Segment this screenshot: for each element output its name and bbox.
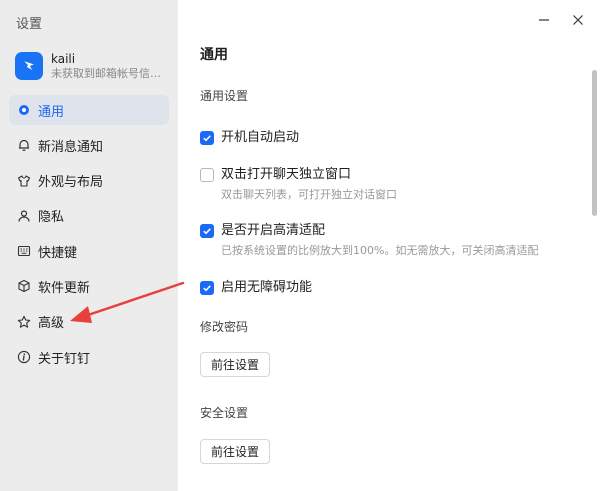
sidebar-item-label: 隐私 — [38, 210, 65, 226]
keyboard-icon — [17, 244, 31, 258]
close-icon — [573, 15, 583, 25]
sidebar-item-label: 外观与布局 — [38, 175, 104, 191]
person-icon — [17, 209, 31, 223]
minimize-icon — [539, 19, 549, 21]
sidebar-item-update[interactable]: 软件更新 — [9, 271, 169, 301]
section-title-security: 安全设置 — [200, 406, 249, 420]
sidebar-item-label: 高级 — [38, 316, 65, 332]
sidebar-item-advanced[interactable]: 高级 — [9, 307, 169, 337]
minimize-button[interactable] — [536, 12, 552, 28]
check-icon — [203, 135, 211, 142]
option-label: 双击打开聊天独立窗口 — [221, 167, 352, 182]
check-icon — [203, 228, 211, 235]
option-description: 双击聊天列表，可打开独立对话窗口 — [221, 188, 397, 201]
sidebar-title: 设置 — [16, 17, 43, 32]
info-icon — [17, 350, 31, 364]
window-controls — [536, 12, 586, 28]
auto-start-checkbox[interactable] — [200, 131, 214, 145]
sidebar-nav: 通用 新消息通知 外观与布局 隐私 快捷键 软件更新 高级 关于钉钉 — [9, 95, 169, 377]
account-card[interactable]: kaili 未获取到邮箱帐号信息... — [15, 50, 173, 82]
check-icon — [203, 285, 211, 292]
cube-icon — [17, 279, 31, 293]
option-auto-start[interactable]: 开机自动启动 — [200, 130, 299, 146]
sidebar: 设置 kaili 未获取到邮箱帐号信息... 通用 新消息通知 外观与布局 隐私… — [0, 0, 178, 491]
account-subtitle: 未获取到邮箱帐号信息... — [51, 66, 171, 80]
double-click-checkbox[interactable] — [200, 168, 214, 182]
sidebar-item-about[interactable]: 关于钉钉 — [9, 342, 169, 372]
sidebar-item-general[interactable]: 通用 — [9, 95, 169, 125]
option-double-click-window[interactable]: 双击打开聊天独立窗口 双击聊天列表，可打开独立对话窗口 — [200, 167, 397, 201]
sidebar-item-label: 通用 — [38, 104, 65, 120]
section-title-password: 修改密码 — [200, 320, 249, 334]
scrollbar[interactable] — [592, 70, 597, 216]
sidebar-item-label: 软件更新 — [38, 280, 91, 296]
security-settings-button[interactable]: 前往设置 — [200, 439, 271, 464]
close-button[interactable] — [570, 12, 586, 28]
star-icon — [17, 315, 31, 329]
avatar — [15, 52, 43, 80]
option-label: 是否开启高清适配 — [221, 223, 326, 238]
accessibility-checkbox[interactable] — [200, 281, 214, 295]
sidebar-item-notifications[interactable]: 新消息通知 — [9, 130, 169, 160]
section-title-general: 通用设置 — [200, 89, 249, 103]
sidebar-item-shortcuts[interactable]: 快捷键 — [9, 236, 169, 266]
hd-adapt-checkbox[interactable] — [200, 224, 214, 238]
settings-window: 设置 kaili 未获取到邮箱帐号信息... 通用 新消息通知 外观与布局 隐私… — [0, 0, 600, 491]
option-accessibility[interactable]: 启用无障碍功能 — [200, 280, 312, 296]
option-label: 开机自动启动 — [221, 130, 300, 145]
bell-icon — [17, 138, 31, 152]
page-title: 通用 — [200, 47, 228, 63]
option-description: 已按系统设置的比例放大到100%。如无需放大，可关闭高清适配 — [221, 244, 539, 257]
option-label: 启用无障碍功能 — [221, 280, 313, 295]
sidebar-item-label: 快捷键 — [38, 245, 78, 261]
sidebar-item-appearance[interactable]: 外观与布局 — [9, 166, 169, 196]
dingtalk-logo-icon — [24, 61, 34, 70]
general-dot-icon — [17, 103, 31, 117]
account-name: kaili — [51, 51, 76, 66]
sidebar-item-label: 关于钉钉 — [38, 351, 91, 367]
sidebar-item-privacy[interactable]: 隐私 — [9, 201, 169, 231]
password-settings-button[interactable]: 前往设置 — [200, 352, 271, 377]
option-hd-adapt[interactable]: 是否开启高清适配 已按系统设置的比例放大到100%。如无需放大，可关闭高清适配 — [200, 223, 538, 257]
sidebar-item-label: 新消息通知 — [38, 139, 104, 155]
main-panel: 通用 通用设置 开机自动启动 双击打开聊天独立窗口 双击聊天列表，可打开独立对话… — [178, 0, 600, 491]
tshirt-icon — [17, 174, 31, 188]
